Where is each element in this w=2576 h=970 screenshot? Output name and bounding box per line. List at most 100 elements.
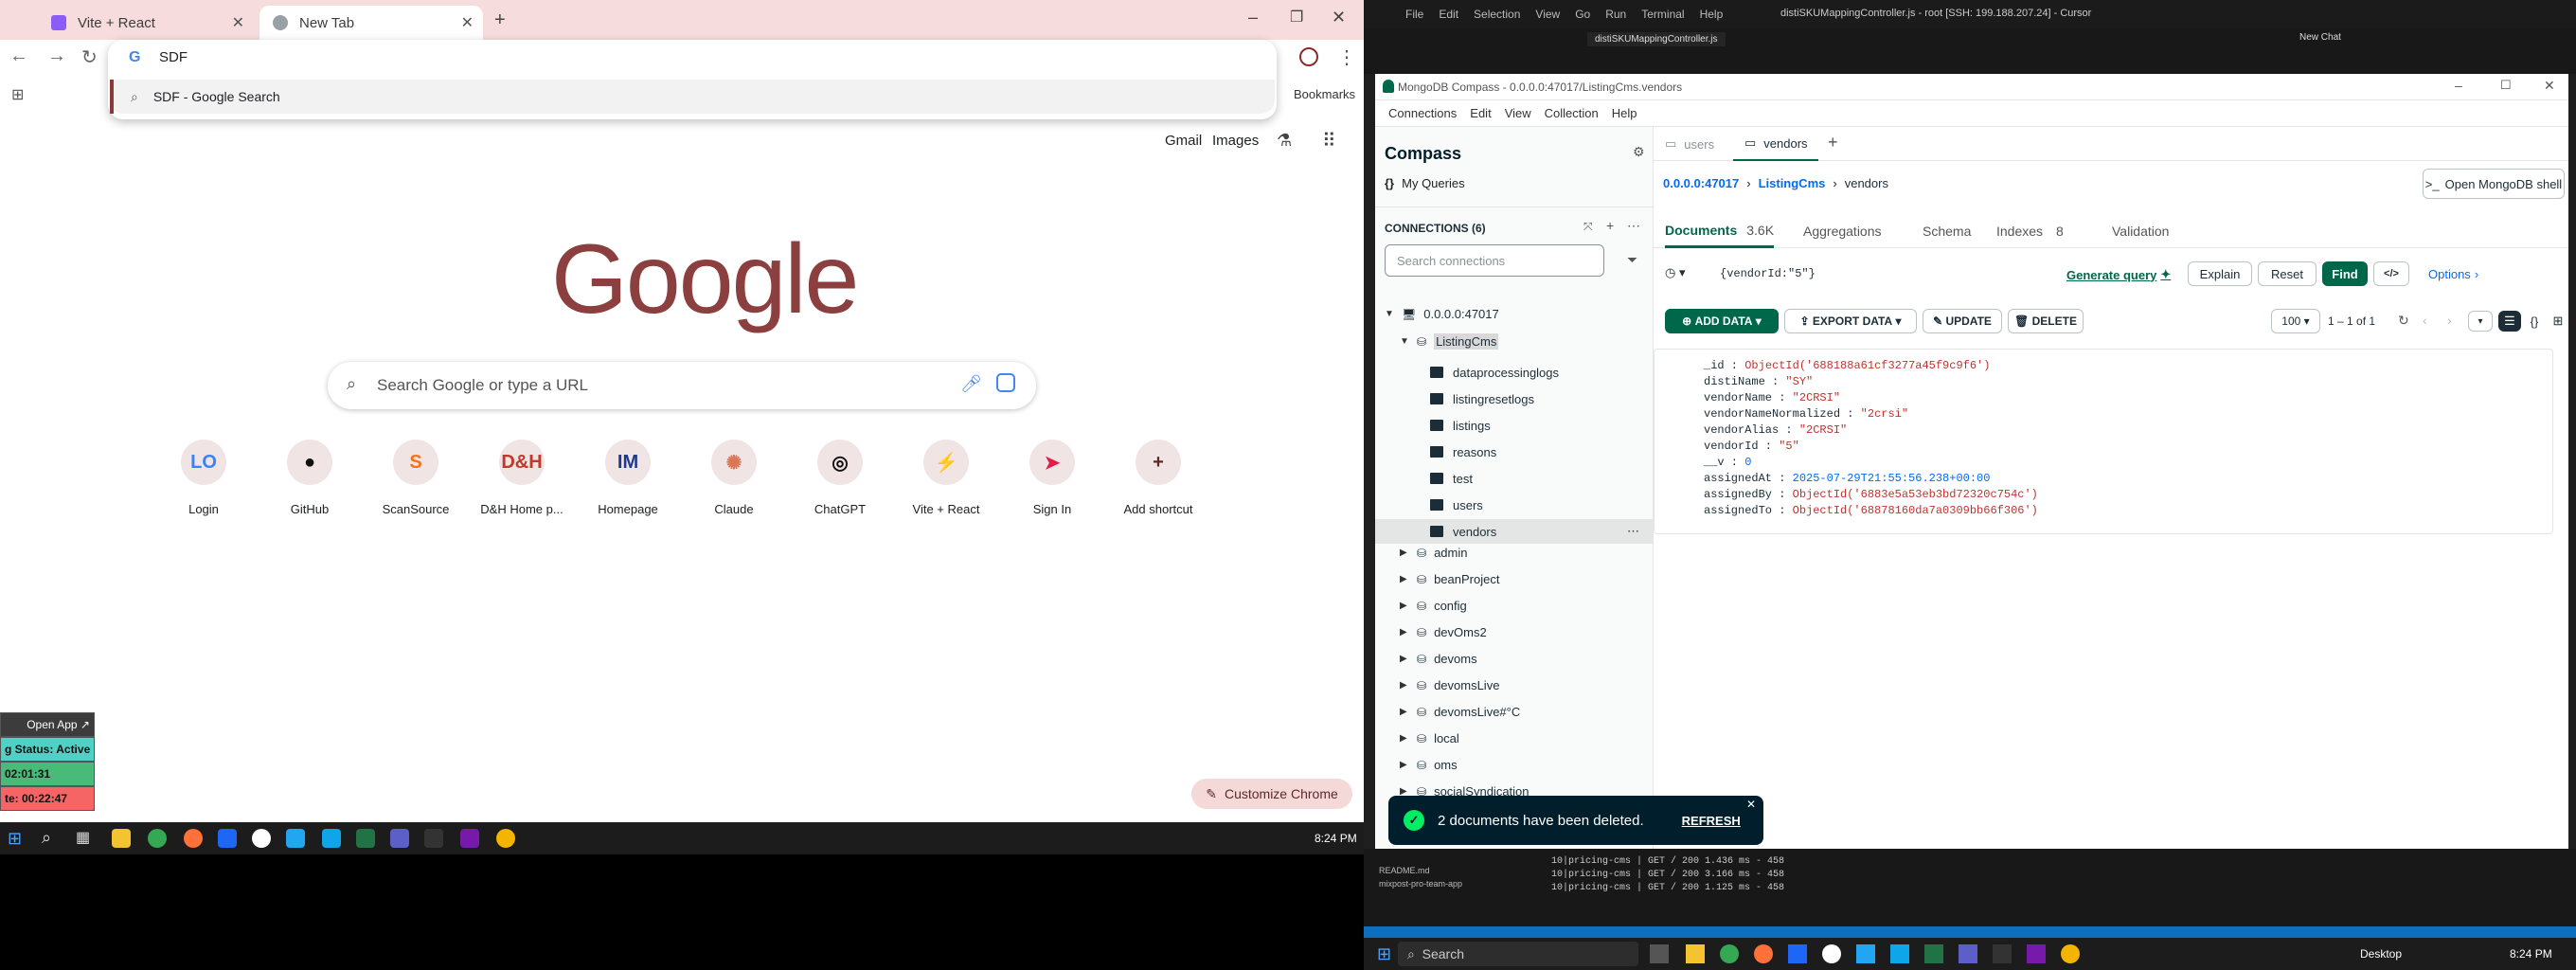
teams-icon[interactable] xyxy=(1959,944,1977,963)
subtab-documents[interactable]: Documents 3.6K xyxy=(1665,214,1775,248)
firefox-icon[interactable] xyxy=(1754,944,1773,963)
windows-start-icon[interactable]: ⊞ xyxy=(1377,944,1391,964)
taskbar-search[interactable]: ⌕ Search xyxy=(1398,942,1638,966)
excel-icon[interactable] xyxy=(356,829,375,848)
database-item[interactable]: ▶ ⛁ config xyxy=(1400,599,1467,613)
collection-item[interactable]: vendors ⋯ xyxy=(1375,519,1653,544)
refresh-link[interactable]: REFRESH xyxy=(1682,814,1741,828)
reload-icon[interactable]: ↻ xyxy=(81,45,98,69)
omnibox-dropdown[interactable]: G SDF ⌕ SDF - Google Search xyxy=(108,40,1277,119)
excel-icon[interactable] xyxy=(1924,944,1943,963)
onenote-icon[interactable] xyxy=(460,829,479,848)
shortcut-tile[interactable]: ✺ Claude xyxy=(681,440,787,516)
app-icon[interactable] xyxy=(1822,944,1841,963)
lens-icon[interactable] xyxy=(996,373,1015,392)
minimize-icon[interactable]: – xyxy=(2455,78,2462,93)
add-connection-icon[interactable]: + xyxy=(1606,218,1614,233)
close-tab-icon[interactable]: ✕ xyxy=(461,13,474,32)
compass-menu-item[interactable]: Help xyxy=(1612,106,1637,120)
app-icon[interactable] xyxy=(286,829,305,848)
app-icon[interactable] xyxy=(218,829,237,848)
code-toggle-button[interactable]: </> xyxy=(2373,261,2409,286)
query-history-button[interactable]: ◷ ▾ xyxy=(1665,265,1685,280)
new-chat-tab[interactable]: New Chat xyxy=(2299,32,2341,43)
app-icon[interactable] xyxy=(322,829,341,848)
windows-start-icon[interactable]: ⊞ xyxy=(8,829,22,849)
compass-menu-item[interactable]: Edit xyxy=(1470,106,1491,120)
shortcut-tile[interactable]: IM Homepage xyxy=(575,440,681,516)
breadcrumb-db[interactable]: ListingCms xyxy=(1759,176,1826,190)
search-connections-input[interactable]: Search connections xyxy=(1385,244,1604,277)
next-page-icon[interactable]: › xyxy=(2447,313,2452,328)
database-item[interactable]: ▶ ⛁ devomsLive#°C xyxy=(1400,705,1520,719)
collection-item[interactable]: listingresetlogs xyxy=(1375,386,1653,411)
reset-button[interactable]: Reset xyxy=(2258,261,2317,286)
new-tab-icon[interactable]: + xyxy=(494,9,506,31)
app-icon[interactable] xyxy=(252,829,271,848)
app-icon[interactable] xyxy=(424,829,443,848)
database-item[interactable]: ▶ ⛁ devOms2 xyxy=(1400,625,1487,639)
search-box[interactable]: ⌕ Search Google or type a URL 🎤︎ xyxy=(328,362,1036,409)
bookmarks-folder[interactable]: Bookmarks xyxy=(1294,87,1355,101)
collection-item[interactable]: dataprocessinglogs xyxy=(1375,360,1653,385)
open-app-button[interactable]: Open App ↗ xyxy=(0,712,95,737)
tab-vite-react[interactable]: Vite + React ✕ xyxy=(38,6,254,40)
cursor-menu-item[interactable]: Go xyxy=(1575,8,1590,21)
database-item[interactable]: ▶ ⛁ local xyxy=(1400,731,1459,745)
page-size-select[interactable]: 100 ▾ xyxy=(2271,309,2320,333)
shortcut-tile[interactable]: LO Login xyxy=(151,440,257,516)
subtab-indexes[interactable]: Indexes 8 xyxy=(1996,224,2064,239)
compass-menu-item[interactable]: View xyxy=(1505,106,1531,120)
maximize-icon[interactable]: ☐ xyxy=(2500,78,2512,93)
task-view-icon[interactable] xyxy=(1650,944,1669,963)
chrome-canary-icon[interactable] xyxy=(2061,944,2080,963)
shortcut-tile[interactable]: S ScanSource xyxy=(363,440,469,516)
compass-menu-item[interactable]: Collection xyxy=(1545,106,1599,120)
profile-icon[interactable] xyxy=(1299,47,1318,66)
app-icon[interactable] xyxy=(1788,944,1807,963)
cursor-menu-item[interactable]: Edit xyxy=(1439,8,1458,21)
db-row-listingcms[interactable]: ▼ ⛁ ListingCms xyxy=(1400,333,1499,350)
subtab-aggregations[interactable]: Aggregations xyxy=(1803,224,1882,239)
close-icon[interactable]: ✕ xyxy=(2544,78,2555,94)
prev-page-icon[interactable]: ‹ xyxy=(2423,313,2427,328)
explorer-item[interactable]: mixpost-pro-team-app xyxy=(1379,879,1462,889)
connection-row[interactable]: ▼ 🖥︎ 0.0.0.0:47017 xyxy=(1385,307,1499,321)
close-window-icon[interactable]: ✕ xyxy=(1332,8,1346,27)
compass-menu-item[interactable]: Connections xyxy=(1388,106,1457,120)
cursor-menu-item[interactable]: View xyxy=(1535,8,1560,21)
workspace-tab-vendors[interactable]: ▭ vendors xyxy=(1733,127,1818,161)
document-card[interactable]: _id : ObjectId('688188a61cf3277a45f9c9f6… xyxy=(1654,349,2553,534)
explorer-icon[interactable] xyxy=(1686,944,1705,963)
open-shell-button[interactable]: >_ Open MongoDB shell xyxy=(2423,169,2565,199)
explorer-item[interactable]: README.md xyxy=(1379,866,1430,875)
shortcut-tile[interactable]: ◎ ChatGPT xyxy=(787,440,893,516)
forward-icon[interactable]: → xyxy=(47,45,66,67)
delete-button[interactable]: 🗑︎ DELETE xyxy=(2008,309,2084,333)
shortcut-tile[interactable]: + Add shortcut xyxy=(1105,440,1211,516)
collection-item[interactable]: users xyxy=(1375,493,1653,517)
chrome-canary-icon[interactable] xyxy=(496,829,515,848)
cursor-menu-item[interactable]: Run xyxy=(1605,8,1626,21)
close-tab-icon[interactable]: ✕ xyxy=(232,13,244,32)
restore-icon[interactable]: ❐ xyxy=(1290,8,1303,27)
tab-new-tab[interactable]: New Tab ✕ xyxy=(259,6,483,40)
database-item[interactable]: ▶ ⛁ admin xyxy=(1400,546,1467,560)
more-icon[interactable]: ⋯ xyxy=(1627,218,1640,234)
update-button[interactable]: ✎ UPDATE xyxy=(1923,309,2002,333)
voice-search-icon[interactable]: 🎤︎ xyxy=(960,374,982,394)
app-icon[interactable] xyxy=(1890,944,1909,963)
shortcut-tile[interactable]: ● GitHub xyxy=(257,440,363,516)
google-apps-icon[interactable]: ⠿ xyxy=(1322,129,1336,153)
collapse-icon[interactable]: ⤧ xyxy=(1583,220,1593,234)
images-link[interactable]: Images xyxy=(1212,133,1259,149)
refresh-icon[interactable]: ↻ xyxy=(2398,313,2409,329)
minimize-icon[interactable]: – xyxy=(1248,8,1258,27)
onenote-icon[interactable] xyxy=(2027,944,2046,963)
find-button[interactable]: Find xyxy=(2322,261,2368,286)
collection-item[interactable]: listings xyxy=(1375,413,1653,438)
suggestion-item[interactable]: ⌕ SDF - Google Search xyxy=(110,80,1275,114)
filter-query-input[interactable]: {vendorId:"5"} xyxy=(1720,267,1816,280)
cursor-menu-item[interactable]: File xyxy=(1405,8,1423,21)
app-icon[interactable] xyxy=(1856,944,1875,963)
